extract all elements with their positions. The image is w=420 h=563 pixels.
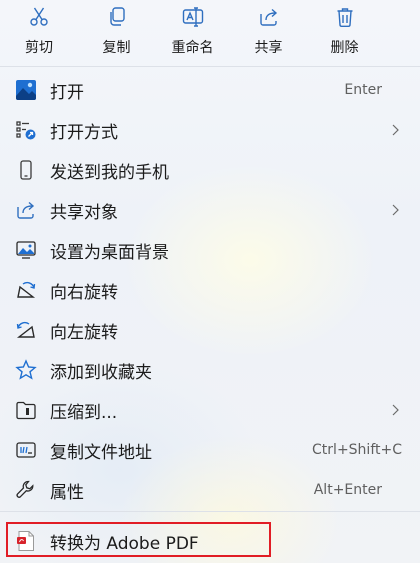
menu-item-shortcut: Enter (344, 82, 382, 98)
chevron-right-icon (392, 124, 399, 136)
menu-item-open[interactable]: 打开 Enter (0, 70, 420, 110)
menu-item-add-to-favorites[interactable]: 添加到收藏夹 (0, 350, 420, 390)
rename-label: 重命名 (171, 40, 214, 56)
scissors-icon (30, 7, 48, 26)
wrench-icon (15, 479, 37, 501)
open-with-icon (15, 119, 37, 141)
share-button[interactable]: 共享 (231, 0, 306, 62)
menu-item-label: 复制文件地址 (50, 442, 152, 463)
context-menu-toolbar: 剪切 复制 重命名 共享 删除 (0, 0, 420, 67)
cut-button[interactable]: 剪切 (0, 0, 78, 62)
chevron-right-icon (392, 404, 399, 416)
delete-button[interactable]: 删除 (307, 0, 382, 62)
image-icon (15, 79, 37, 101)
menu-item-set-wallpaper[interactable]: 设置为桌面背景 (0, 230, 420, 270)
phone-icon (15, 159, 37, 181)
copy-path-icon (15, 439, 37, 461)
share-label: 共享 (254, 40, 283, 56)
wallpaper-icon (15, 239, 37, 261)
copy-button[interactable]: 复制 (79, 0, 154, 62)
menu-item-properties[interactable]: 属性 Alt+Enter (0, 470, 420, 510)
menu-item-label: 压缩到... (50, 402, 118, 423)
delete-label: 删除 (330, 40, 359, 56)
rename-icon (182, 7, 203, 27)
menu-item-label: 向左旋转 (50, 322, 118, 343)
menu-item-label: 设置为桌面背景 (50, 242, 169, 263)
menu-item-label: 共享对象 (50, 202, 118, 223)
rename-button[interactable]: 重命名 (155, 0, 230, 62)
menu-item-send-to-phone[interactable]: 发送到我的手机 (0, 150, 420, 190)
context-menu: 剪切 复制 重命名 共享 删除 打开 Enter 打开方式 发送到我的手机 共享… (0, 0, 420, 563)
menu-item-shortcut: Ctrl+Shift+C (312, 442, 402, 458)
menu-item-label: 打开 (50, 82, 84, 103)
menu-item-copy-path[interactable]: 复制文件地址 Ctrl+Shift+C (0, 430, 420, 470)
menu-item-compress[interactable]: 压缩到... (0, 390, 420, 430)
menu-item-label: 属性 (50, 482, 84, 503)
star-icon (15, 359, 37, 381)
menu-item-label: 发送到我的手机 (50, 162, 169, 183)
rotate-right-icon (15, 279, 37, 301)
annotation-highlight-box (6, 522, 271, 557)
menu-item-share-with[interactable]: 共享对象 (0, 190, 420, 230)
menu-item-label: 添加到收藏夹 (50, 362, 152, 383)
menu-item-shortcut: Alt+Enter (313, 482, 382, 498)
cut-label: 剪切 (25, 40, 53, 56)
menu-item-label: 打开方式 (50, 122, 118, 143)
menu-item-open-with[interactable]: 打开方式 (0, 110, 420, 150)
menu-divider (0, 511, 420, 512)
chevron-right-icon (392, 204, 399, 216)
share-icon (15, 199, 37, 221)
trash-icon (337, 8, 352, 27)
share-icon (259, 8, 277, 26)
menu-item-rotate-right[interactable]: 向右旋转 (0, 270, 420, 310)
menu-item-rotate-left[interactable]: 向左旋转 (0, 310, 420, 350)
zip-folder-icon (15, 399, 37, 421)
menu-item-label: 向右旋转 (50, 282, 118, 303)
copy-label: 复制 (102, 40, 131, 56)
copy-icon (109, 7, 125, 26)
rotate-left-icon (15, 319, 37, 341)
